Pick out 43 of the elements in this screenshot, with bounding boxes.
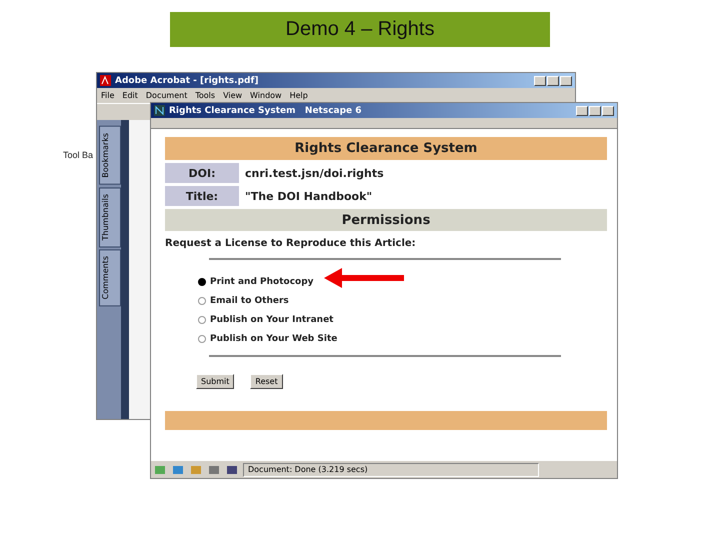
section-heading: Permissions	[165, 209, 607, 231]
close-button[interactable]	[560, 76, 572, 86]
field-label: Title:	[165, 186, 239, 206]
status-icon[interactable]	[207, 464, 221, 476]
app-logo-icon	[154, 105, 165, 116]
radio-button[interactable]	[198, 316, 206, 324]
maximize-button[interactable]	[547, 76, 559, 86]
menu-item[interactable]: Document	[146, 91, 188, 100]
option-label[interactable]: Print and Photocopy	[210, 277, 314, 287]
app-logo-icon	[100, 75, 111, 86]
radio-button[interactable]	[198, 278, 206, 286]
slide-text: Tool Ba	[63, 150, 94, 160]
option-label[interactable]: Publish on Your Intranet	[210, 315, 334, 325]
status-text: Document: Done (3.219 secs)	[243, 462, 539, 476]
minimize-button[interactable]	[576, 106, 588, 116]
radio-button[interactable]	[198, 297, 206, 305]
page-heading: Rights Clearance System	[165, 137, 607, 160]
menu-item[interactable]: View	[223, 91, 242, 100]
slide-title: Demo 4 – Rights	[170, 12, 550, 47]
menu-item[interactable]: Edit	[122, 91, 138, 100]
menu-item[interactable]: Help	[290, 91, 308, 100]
menu-item[interactable]: File	[101, 91, 114, 100]
option-label[interactable]: Publish on Your Web Site	[210, 334, 338, 344]
window-title: Rights Clearance System Netscape 6	[169, 106, 363, 116]
field-value: cnri.test.jsn/doi.rights	[244, 166, 384, 182]
field-value: "The DOI Handbook"	[244, 188, 372, 204]
side-tab[interactable]: Thumbnails	[99, 186, 121, 248]
status-icon[interactable]	[225, 464, 239, 476]
window-title: Adobe Acrobat - [rights.pdf]	[115, 76, 260, 86]
close-button[interactable]	[602, 106, 614, 116]
menu-item[interactable]: Tools	[195, 91, 216, 100]
field-label: DOI:	[165, 163, 239, 183]
reset-button[interactable]: Reset	[250, 374, 283, 389]
submit-button[interactable]: Submit	[196, 374, 234, 389]
option-label[interactable]: Email to Others	[210, 296, 289, 306]
prompt-text: Request a License to Reproduce this Article:	[165, 238, 417, 249]
menu-item[interactable]: Window	[250, 91, 282, 100]
maximize-button[interactable]	[589, 106, 601, 116]
side-tab[interactable]: Comments	[99, 249, 121, 307]
minimize-button[interactable]	[534, 76, 546, 86]
radio-button[interactable]	[198, 335, 206, 343]
arrow-icon	[324, 268, 404, 288]
side-tab[interactable]: Bookmarks	[99, 126, 121, 185]
